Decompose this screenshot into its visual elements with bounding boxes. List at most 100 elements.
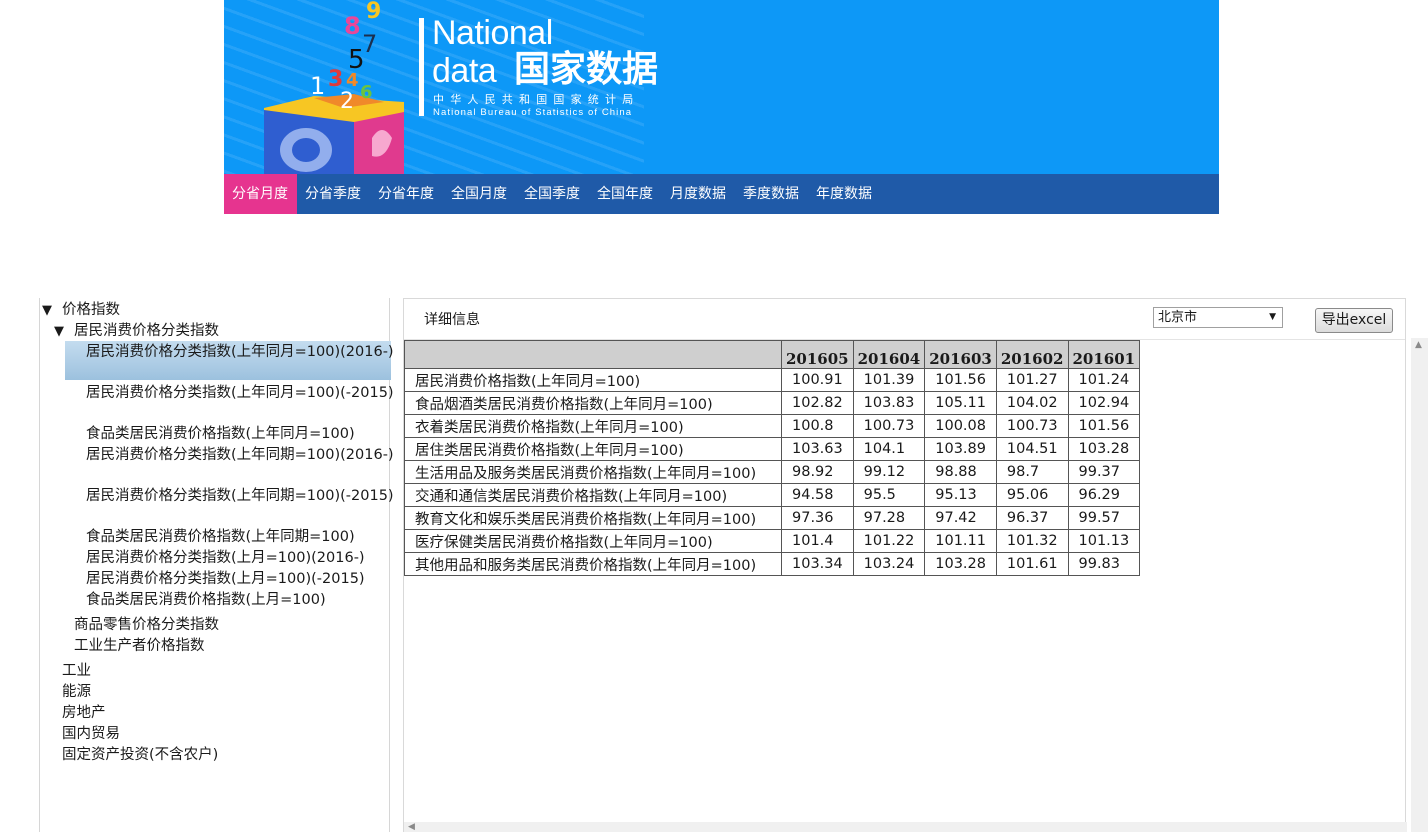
table-cell: 103.28: [924, 552, 997, 576]
tree-leaf-label: 食品类居民消费价格指数(上年同期=100): [86, 529, 355, 545]
row-label: 教育文化和娱乐类居民消费价格指数(上年同月=100): [404, 506, 782, 530]
tree-leaf-label: 食品类居民消费价格指数(上月=100): [86, 592, 326, 608]
table-cell: 95.5: [852, 483, 926, 507]
tree-node-label: 国内贸易: [62, 726, 120, 742]
data-table: 201605 201604 201603 201602 201601 居民消费价…: [404, 340, 1141, 576]
table-cell: 103.89: [924, 437, 997, 461]
tree-leaf-label: 食品类居民消费价格指数(上年同月=100): [86, 426, 355, 442]
table-cell: 101.61: [995, 552, 1069, 576]
digit-1: 1: [310, 72, 325, 100]
tree-leaf-label: 居民消费价格分类指数(上月=100)(-2015): [86, 571, 365, 587]
table-cell: 100.91: [781, 368, 854, 392]
export-excel-button[interactable]: 导出excel: [1315, 308, 1393, 333]
digit-8: 8: [344, 12, 361, 40]
table-cell: 103.34: [781, 552, 854, 576]
tree-node-label: 固定资产投资(不含农户): [62, 747, 219, 763]
tree-node-domestic-trade[interactable]: 国内贸易: [62, 724, 120, 745]
tree-node-energy[interactable]: 能源: [62, 682, 91, 703]
region-select[interactable]: 北京市 ▼: [1153, 307, 1283, 328]
tree-leaf[interactable]: 居民消费价格分类指数(上年同期=100)(2016-): [65, 445, 395, 466]
table-row: 居住类居民消费价格指数(上年同月=100) 103.63 104.1 103.8…: [404, 437, 1141, 461]
nav-annual-data[interactable]: 年度数据: [808, 174, 881, 214]
table-cell: 101.56: [924, 368, 997, 392]
table-row: 其他用品和服务类居民消费价格指数(上年同月=100) 103.34 103.24…: [404, 552, 1141, 576]
table-cell: 101.4: [781, 529, 854, 553]
expanded-triangle-icon[interactable]: ▼: [54, 321, 68, 342]
tree-node-cpi-category[interactable]: ▼ 居民消费价格分类指数: [54, 321, 219, 342]
tree-node-fixed-asset-investment[interactable]: 固定资产投资(不含农户): [62, 745, 218, 766]
table-cell: 97.36: [781, 506, 854, 530]
nav-monthly-data[interactable]: 月度数据: [662, 174, 735, 214]
column-header: 201605: [781, 340, 854, 369]
digit-6: 6: [360, 82, 373, 103]
digit-2: 2: [340, 89, 354, 114]
table-cell: 98.88: [924, 460, 997, 484]
tree-node-real-estate[interactable]: 房地产: [62, 703, 106, 724]
table-cell: 104.02: [995, 391, 1069, 415]
nav-national-quarterly[interactable]: 全国季度: [516, 174, 589, 214]
table-cell: 94.58: [781, 483, 854, 507]
tree-leaf-label: 居民消费价格分类指数(上年同月=100)(-2015): [86, 385, 394, 401]
horizontal-scrollbar[interactable]: ◀: [404, 822, 1407, 832]
nav-national-monthly[interactable]: 全国月度: [443, 174, 516, 214]
tree-leaf-selected[interactable]: 居民消费价格分类指数(上年同月=100)(2016-): [65, 342, 395, 363]
expanded-triangle-icon[interactable]: ▼: [42, 300, 56, 321]
tree-leaf[interactable]: 居民消费价格分类指数(上月=100)(2016-): [86, 548, 365, 569]
tree-node-label: 房地产: [62, 705, 106, 721]
scroll-up-arrow-icon[interactable]: ▲: [1415, 340, 1422, 350]
row-label: 其他用品和服务类居民消费价格指数(上年同月=100): [404, 552, 782, 576]
table-cell: 104.51: [995, 437, 1069, 461]
nav-provincial-annual[interactable]: 分省年度: [370, 174, 443, 214]
tree-leaf[interactable]: 居民消费价格分类指数(上年同期=100)(-2015): [65, 486, 395, 507]
tree-node-price-index[interactable]: ▼ 价格指数: [42, 300, 120, 321]
table-cell: 101.24: [1067, 368, 1141, 392]
tree-node-label: 工业生产者价格指数: [74, 638, 205, 654]
table-cell: 95.06: [995, 483, 1069, 507]
tree-leaf-label: 居民消费价格分类指数(上年同期=100)(-2015): [86, 488, 394, 504]
table-cell: 100.73: [995, 414, 1069, 438]
table-cell: 100.08: [924, 414, 997, 438]
dropdown-arrow-icon[interactable]: ▼: [1269, 308, 1276, 327]
nav-provincial-monthly[interactable]: 分省月度: [224, 174, 297, 214]
row-label: 居民消费价格指数(上年同月=100): [404, 368, 782, 392]
table-cell: 99.83: [1067, 552, 1141, 576]
tree-node-industry[interactable]: 工业: [62, 661, 91, 682]
scroll-left-arrow-icon[interactable]: ◀: [408, 822, 415, 832]
nav-national-annual[interactable]: 全国年度: [589, 174, 662, 214]
tree-leaf[interactable]: 居民消费价格分类指数(上月=100)(-2015): [86, 569, 365, 590]
table-cell: 99.37: [1067, 460, 1141, 484]
tree-leaf[interactable]: 居民消费价格分类指数(上年同月=100)(-2015): [65, 383, 395, 404]
category-tree: ▼ 价格指数 ▼ 居民消费价格分类指数 居民消费价格分类指数(上年同月=100)(2…: [39, 298, 394, 832]
main-nav: 分省月度 分省季度 分省年度 全国月度 全国季度 全国年度 月度数据 季度数据 …: [224, 174, 1219, 214]
column-header: 201604: [852, 340, 926, 369]
table-cell: 97.42: [924, 506, 997, 530]
tree-leaf[interactable]: 食品类居民消费价格指数(上年同月=100): [86, 424, 355, 445]
column-header: 201603: [924, 340, 997, 369]
table-cell: 95.13: [924, 483, 997, 507]
tree-node-retail-price[interactable]: 商品零售价格分类指数: [74, 615, 219, 636]
tree-node-label: 商品零售价格分类指数: [74, 617, 219, 633]
table-cell: 103.28: [1067, 437, 1141, 461]
table-row: 衣着类居民消费价格指数(上年同月=100) 100.8 100.73 100.0…: [404, 414, 1141, 438]
tree-leaf[interactable]: 食品类居民消费价格指数(上年同期=100): [86, 527, 355, 548]
table-cell: 105.11: [924, 391, 997, 415]
table-cell: 102.94: [1067, 391, 1141, 415]
table-cell: 104.1: [852, 437, 926, 461]
tree-leaf-label: 居民消费价格分类指数(上年同月=100)(2016-): [86, 344, 394, 360]
row-label: 交通和通信类居民消费价格指数(上年同月=100): [404, 483, 782, 507]
table-header-row: 201605 201604 201603 201602 201601: [404, 340, 1141, 369]
digit-9: 9: [366, 0, 381, 24]
tree-leaf[interactable]: 食品类居民消费价格指数(上月=100): [86, 590, 326, 611]
table-cell: 101.11: [924, 529, 997, 553]
logo-chinese: 国家数据: [514, 49, 659, 90]
table-cell: 101.27: [995, 368, 1069, 392]
tree-node-producer-price[interactable]: 工业生产者价格指数: [74, 636, 205, 657]
nav-provincial-quarterly[interactable]: 分省季度: [297, 174, 370, 214]
tree-node-label: 工业: [62, 663, 91, 679]
tree-leaf-label: 居民消费价格分类指数(上年同期=100)(2016-): [86, 447, 394, 463]
row-label: 居住类居民消费价格指数(上年同月=100): [404, 437, 782, 461]
nav-quarterly-data[interactable]: 季度数据: [735, 174, 808, 214]
table-cell: 97.28: [852, 506, 926, 530]
table-row: 交通和通信类居民消费价格指数(上年同月=100) 94.58 95.5 95.1…: [404, 483, 1141, 507]
vertical-scrollbar[interactable]: ▲: [1411, 338, 1428, 832]
